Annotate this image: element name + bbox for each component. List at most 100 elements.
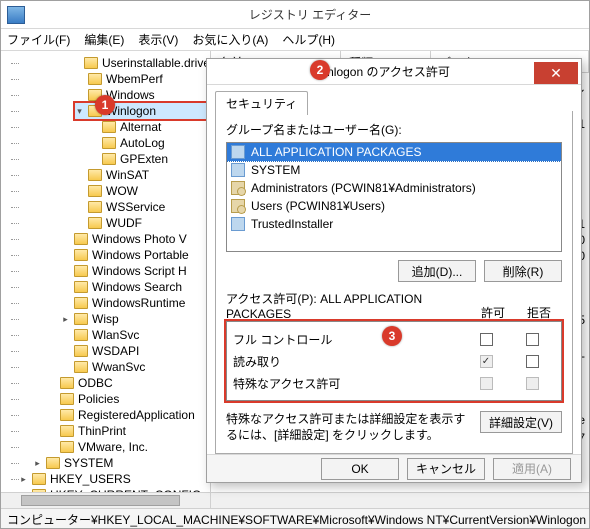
col-deny: 拒否: [516, 304, 562, 321]
principal-item[interactable]: Administrators (PCWIN81¥Administrators): [227, 179, 561, 197]
expand-icon[interactable]: [75, 91, 84, 100]
tree-item[interactable]: AutoLog: [89, 135, 210, 151]
expand-icon[interactable]: [89, 123, 98, 132]
tree-item[interactable]: Alternat: [89, 119, 210, 135]
horizontal-scrollbar[interactable]: [1, 492, 589, 508]
expand-icon[interactable]: [89, 139, 98, 148]
expand-icon[interactable]: [75, 75, 84, 84]
tree-item[interactable]: Policies: [47, 391, 210, 407]
tree-item[interactable]: WindowsRuntime: [61, 295, 210, 311]
deny-read-checkbox[interactable]: [526, 355, 539, 368]
tree-item[interactable]: Windows Search: [61, 279, 210, 295]
deny-full-checkbox[interactable]: [526, 333, 539, 346]
tree-item[interactable]: WUDF: [75, 215, 210, 231]
expand-icon[interactable]: [47, 427, 56, 436]
expand-icon[interactable]: [61, 299, 70, 308]
folder-icon: [88, 217, 102, 229]
expand-icon[interactable]: [89, 155, 98, 164]
principal-label: TrustedInstaller: [251, 217, 333, 231]
tree-item-label: WindowsRuntime: [92, 295, 185, 311]
window-titlebar[interactable]: レジストリ エディター: [1, 1, 589, 29]
menu-edit[interactable]: 編集(E): [84, 31, 124, 48]
expand-icon[interactable]: [61, 363, 70, 372]
expand-icon[interactable]: ▸: [33, 459, 42, 468]
dialog-footer: OK キャンセル 適用(A): [207, 454, 581, 482]
allow-full-checkbox[interactable]: [480, 333, 493, 346]
tree-pane[interactable]: Userinstallable.driveWbemPerfWindows▾Win…: [1, 51, 211, 492]
ok-button[interactable]: OK: [321, 458, 399, 480]
expand-icon[interactable]: [61, 251, 70, 260]
callout-2: 2: [310, 60, 330, 80]
tree-item[interactable]: ▸SYSTEM: [33, 455, 210, 471]
cancel-button[interactable]: キャンセル: [407, 458, 485, 480]
principal-label: Administrators (PCWIN81¥Administrators): [251, 181, 476, 195]
folder-icon: [74, 265, 88, 277]
expand-icon[interactable]: [61, 283, 70, 292]
principal-item[interactable]: TrustedInstaller: [227, 215, 561, 233]
deny-special-checkbox: [526, 377, 539, 390]
folder-icon: [46, 457, 60, 469]
expand-icon[interactable]: [75, 59, 80, 68]
expand-icon[interactable]: [61, 235, 70, 244]
expand-icon[interactable]: [47, 395, 56, 404]
tree-item[interactable]: WbemPerf: [75, 71, 210, 87]
expand-icon[interactable]: [75, 203, 84, 212]
tree-item-label: WinSAT: [106, 167, 149, 183]
tree-item[interactable]: WOW: [75, 183, 210, 199]
principals-list[interactable]: ALL APPLICATION PACKAGESSYSTEM Administra…: [226, 142, 562, 252]
folder-icon: [102, 153, 116, 165]
tree-item[interactable]: ODBC: [47, 375, 210, 391]
tree-item[interactable]: WSService: [75, 199, 210, 215]
tree-item-label: GPExten: [120, 151, 168, 167]
expand-icon[interactable]: ▸: [19, 475, 28, 484]
tree-item[interactable]: WSDAPI: [61, 343, 210, 359]
tree-item[interactable]: Userinstallable.drive: [75, 55, 210, 71]
tree-item[interactable]: ▸ HKEY_CURRENT_CONFIG: [19, 487, 210, 492]
remove-button[interactable]: 削除(R): [484, 260, 562, 282]
principal-item[interactable]: SYSTEM: [227, 161, 561, 179]
expand-icon[interactable]: [75, 219, 84, 228]
expand-icon[interactable]: ▸: [61, 315, 70, 324]
tree-item-label: ThinPrint: [78, 423, 126, 439]
menu-favorites[interactable]: お気に入り(A): [192, 31, 268, 48]
tree-item[interactable]: ThinPrint: [47, 423, 210, 439]
close-button[interactable]: ✕: [534, 62, 578, 84]
apply-button[interactable]: 適用(A): [493, 458, 571, 480]
expand-icon[interactable]: ▾: [75, 107, 84, 116]
menu-file[interactable]: ファイル(F): [7, 31, 70, 48]
tree-item[interactable]: Windows Portable: [61, 247, 210, 263]
folder-icon: [32, 489, 46, 492]
principal-item[interactable]: Users (PCWIN81¥Users): [227, 197, 561, 215]
expand-icon[interactable]: [61, 267, 70, 276]
expand-icon[interactable]: [47, 379, 56, 388]
add-button[interactable]: 追加(D)...: [398, 260, 476, 282]
tree-item[interactable]: WwanSvc: [61, 359, 210, 375]
allow-read-checkbox[interactable]: [480, 355, 493, 368]
expand-icon[interactable]: [75, 187, 84, 196]
tree-item[interactable]: ▸Wisp: [61, 311, 210, 327]
tree-item-label: WlanSvc: [92, 327, 139, 343]
tree-item[interactable]: Windows Photo V: [61, 231, 210, 247]
tree-item[interactable]: VMware, Inc.: [47, 439, 210, 455]
tree-item[interactable]: RegisteredApplication: [47, 407, 210, 423]
tree-item[interactable]: GPExten: [89, 151, 210, 167]
advanced-button[interactable]: 詳細設定(V): [480, 411, 562, 433]
expand-icon[interactable]: [75, 171, 84, 180]
tree-item[interactable]: WlanSvc: [61, 327, 210, 343]
tree-item-label: HKEY_CURRENT_CONFIG: [50, 487, 201, 492]
folder-icon: [60, 425, 74, 437]
menu-view[interactable]: 表示(V): [138, 31, 178, 48]
expand-icon[interactable]: [61, 347, 70, 356]
expand-icon[interactable]: [47, 443, 56, 452]
expand-icon[interactable]: ▸: [19, 491, 28, 493]
expand-icon[interactable]: [61, 331, 70, 340]
tree-item[interactable]: Windows Script H: [61, 263, 210, 279]
tree-item[interactable]: WinSAT: [75, 167, 210, 183]
principal-item[interactable]: ALL APPLICATION PACKAGES: [227, 143, 561, 161]
dialog-titlebar[interactable]: Winlogon のアクセス許可 ✕: [207, 59, 581, 85]
menu-help[interactable]: ヘルプ(H): [282, 31, 335, 48]
tree-item[interactable]: ▸HKEY_USERS: [19, 471, 210, 487]
expand-icon[interactable]: [47, 411, 56, 420]
advanced-hint: 特殊なアクセス許可または詳細設定を表示するには、[詳細設定] をクリックします。: [226, 411, 472, 443]
folder-icon: [88, 169, 102, 181]
